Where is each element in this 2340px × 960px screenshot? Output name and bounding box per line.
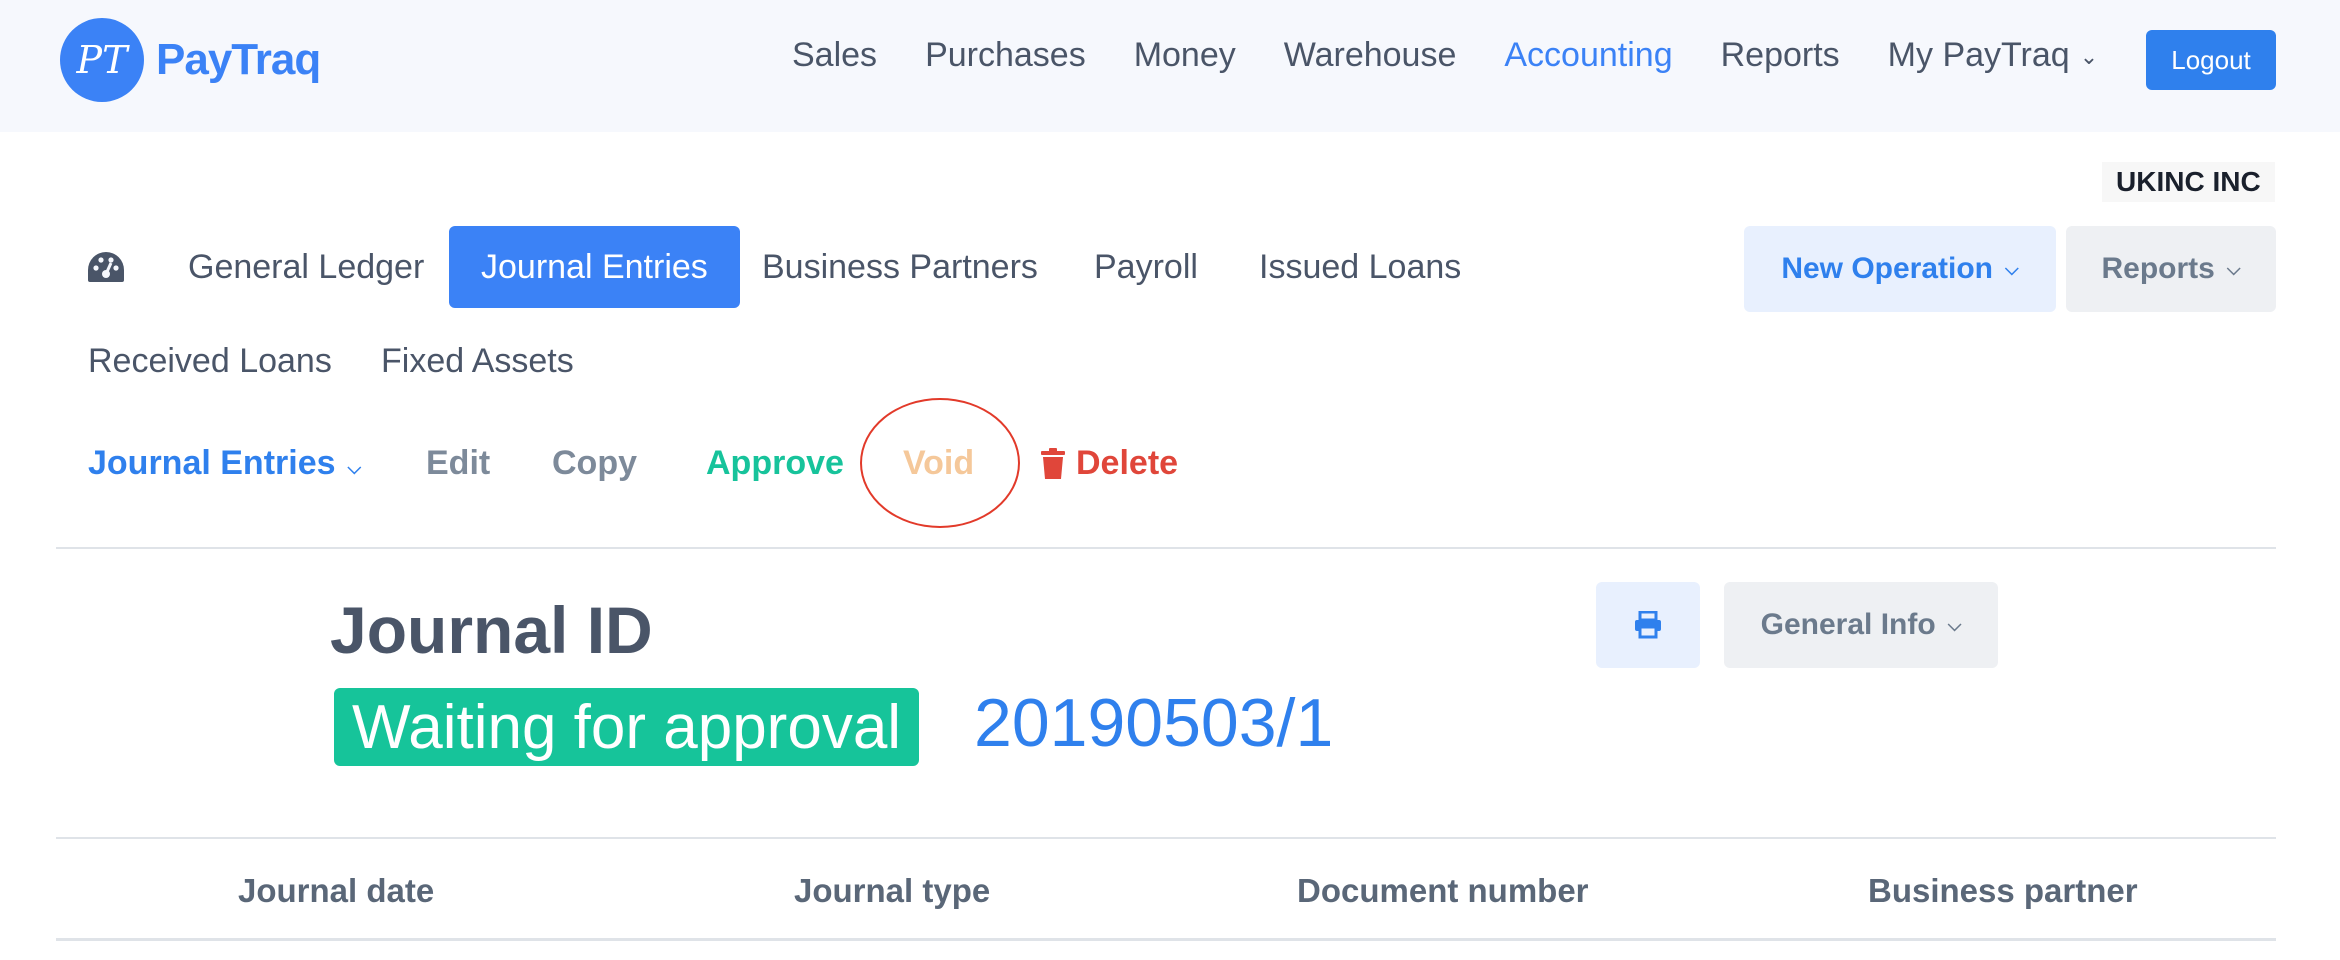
menu-item-my-paytraq[interactable]: My PayTraq ⌄ [1888,36,2098,75]
reports-button[interactable]: Reports ⌵ [2066,226,2276,312]
annotation-circle [860,398,1020,528]
menu-item-accounting[interactable]: Accounting [1504,36,1672,75]
journal-entries-dropdown-label: Journal Entries [88,444,336,482]
tab-issued-loans[interactable]: Issued Loans [1259,226,1461,308]
table-header-border [56,938,2276,941]
menu-item-my-paytraq-label: My PayTraq [1887,36,2070,74]
page-title: Journal ID [330,593,653,667]
logout-button[interactable]: Logout [2146,30,2276,90]
edit-button[interactable]: Edit [426,444,490,483]
menu-item-reports[interactable]: Reports [1721,36,1840,75]
general-info-label: General Info [1760,608,1936,641]
approve-button[interactable]: Approve [706,444,844,483]
column-header-journal-type[interactable]: Journal type [794,872,990,910]
printer-icon [1635,611,1661,639]
column-header-journal-date[interactable]: Journal date [238,872,434,910]
tab-business-partners[interactable]: Business Partners [762,226,1038,308]
tab-received-loans[interactable]: Received Loans [88,320,332,402]
menu-item-money[interactable]: Money [1134,36,1236,75]
reports-label: Reports [2101,252,2215,285]
journal-entries-dropdown[interactable]: Journal Entries ⌵ [88,444,361,483]
tab-payroll[interactable]: Payroll [1094,226,1198,308]
tab-journal-entries[interactable]: Journal Entries [449,226,740,308]
divider [56,837,2276,839]
chevron-down-icon: ⌵ [2226,258,2241,279]
logo-text: PayTraq [156,35,321,84]
paytraq-logo[interactable]: PT PayTraq [60,18,321,102]
company-name: UKINC INC [2102,162,2275,202]
top-navbar: PT PayTraq Sales Purchases Money Warehou… [0,0,2340,132]
delete-button[interactable]: Delete [1040,444,1178,483]
copy-button[interactable]: Copy [552,444,637,483]
new-operation-button[interactable]: New Operation ⌵ [1744,226,2056,312]
menu-item-purchases[interactable]: Purchases [925,36,1086,75]
delete-label: Delete [1076,444,1179,482]
menu-item-sales[interactable]: Sales [792,36,877,75]
column-header-document-number[interactable]: Document number [1297,872,1589,910]
general-info-button[interactable]: General Info ⌵ [1724,582,1998,668]
divider [56,547,2276,549]
journal-number: 20190503/1 [974,685,1334,761]
dashboard-gauge-icon[interactable] [86,250,126,284]
status-badge: Waiting for approval [334,688,920,766]
trash-icon [1041,447,1065,479]
tab-fixed-assets[interactable]: Fixed Assets [381,320,574,402]
chevron-down-icon: ⌵ [347,458,362,478]
main-menu: Sales Purchases Money Warehouse Accounti… [792,36,2146,75]
print-button[interactable] [1596,582,1700,668]
chevron-down-icon: ⌵ [2005,258,2019,279]
tab-general-ledger[interactable]: General Ledger [188,226,424,308]
chevron-down-icon: ⌵ [1947,614,1962,635]
column-header-business-partner[interactable]: Business partner [1868,872,2138,910]
menu-item-warehouse[interactable]: Warehouse [1284,36,1457,75]
chevron-down-icon: ⌄ [2079,44,2099,70]
logo-mark: PT [60,18,144,102]
new-operation-label: New Operation [1781,252,1994,285]
